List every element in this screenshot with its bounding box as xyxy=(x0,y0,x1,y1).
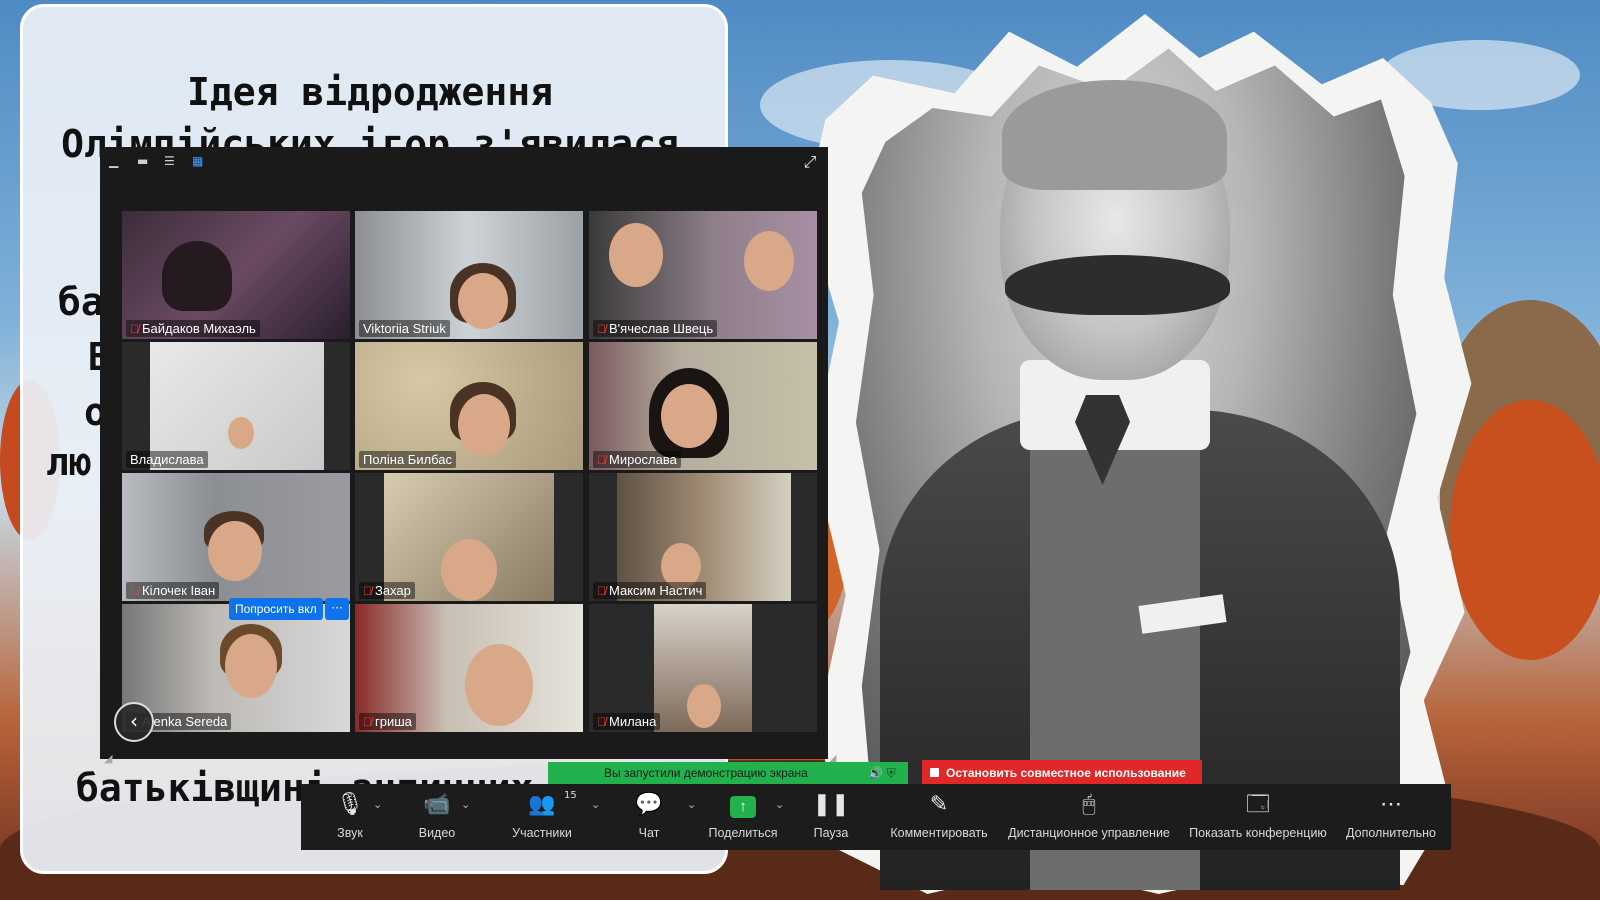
slide-text-fragment: лю xyxy=(46,440,92,484)
participant-name: Поліна Билбас xyxy=(359,451,457,468)
audio-button[interactable]: 🎙 Звук xyxy=(315,784,385,850)
participant-face xyxy=(661,384,717,448)
slide-title-line-1: Ідея відродження xyxy=(186,70,554,114)
speaker-icon[interactable]: 🔊 xyxy=(868,766,883,780)
participant-tile[interactable]: 🎙̸ В'ячеслав Швець xyxy=(589,211,817,339)
participant-name: 🎙̸ Кілочек Іван xyxy=(126,582,220,599)
participant-tile[interactable]: 🎙̸Alenka Sereda xyxy=(122,604,350,732)
chat-button[interactable]: 💬 Чат xyxy=(621,784,677,850)
gallery-view-icon[interactable]: ▦ xyxy=(192,155,203,167)
gallery-topbar: ▁ ▬ ☰ ▦ ⤢ xyxy=(100,147,828,177)
video-button[interactable]: 📹 Видео xyxy=(399,784,475,850)
chevron-left-icon: ‹ xyxy=(130,709,138,733)
background-tree xyxy=(1450,400,1600,660)
window-icon: 🗔 xyxy=(1246,791,1270,816)
stop-share-button[interactable]: Остановить совместное использование xyxy=(922,760,1202,786)
participant-face xyxy=(441,539,497,601)
minimize-icon[interactable]: ▁ xyxy=(109,155,118,167)
participant-name: 🎙̸ Захар xyxy=(359,582,415,599)
screen-share-banner: Вы запустили демонстрацию экрана xyxy=(548,762,908,784)
banner-icons: 🔊 ⛨ xyxy=(868,762,896,784)
remote-control-button[interactable]: 🖱 Дистанционное управление xyxy=(1003,784,1175,850)
tile-more-button[interactable]: ··· xyxy=(325,598,349,620)
participant-face xyxy=(744,231,794,291)
portrait-mustache xyxy=(1005,255,1230,315)
pause-share-button[interactable]: ❚❚ Пауза xyxy=(801,784,861,850)
participant-tile[interactable]: 🎙̸ Милана xyxy=(589,604,817,732)
participant-face xyxy=(228,417,254,449)
participant-face xyxy=(208,521,262,581)
participant-face xyxy=(465,644,533,726)
video-options-chevron-icon[interactable]: ⌄ xyxy=(461,798,470,811)
participant-name: 🎙̸ Байдаков Михаэль xyxy=(126,320,260,337)
more-dots-icon: ⋯ xyxy=(1380,791,1402,816)
share-options-chevron-icon[interactable]: ⌄ xyxy=(775,798,784,811)
share-arrow-icon: ↑ xyxy=(730,796,756,818)
meeting-toolbar: 🎙 Звук ⌄ 📹 Видео ⌄ 👥 Участники 15 ⌄ 💬 Ча… xyxy=(301,784,1451,850)
mic-muted-icon: 🎙̸ xyxy=(363,715,372,729)
stop-icon xyxy=(930,768,939,777)
speaker-view-icon[interactable]: ▬ xyxy=(137,155,148,167)
participant-tile[interactable]: 🎙̸ Захар xyxy=(355,473,583,601)
ask-to-unmute-button[interactable]: Попросить вкл xyxy=(229,598,323,620)
participant-name: 🎙̸ Мирослава xyxy=(593,451,681,468)
participants-options-chevron-icon[interactable]: ⌄ xyxy=(591,798,600,811)
portrait-hair xyxy=(1002,80,1227,190)
annotate-button[interactable]: ✎ Комментировать xyxy=(887,784,991,850)
participant-name: 🎙̸ Максим Настич xyxy=(593,582,707,599)
mouse-icon: 🖱 xyxy=(1082,791,1096,816)
participant-face xyxy=(687,684,721,728)
participant-tile[interactable]: 🎙̸ гриша xyxy=(355,604,583,732)
fullscreen-icon[interactable]: ⤢ xyxy=(800,152,820,172)
mic-muted-icon: 🎙̸ xyxy=(597,453,606,467)
mic-muted-icon: 🎙̸ xyxy=(597,715,606,729)
slide-text-fragment: ба xyxy=(58,280,104,324)
participant-face xyxy=(225,634,277,698)
participant-name: 🎙̸ Милана xyxy=(593,713,661,730)
participant-name: 🎙̸ гриша xyxy=(359,713,416,730)
participant-tile[interactable]: 🎙̸ Максим Настич xyxy=(589,473,817,601)
participant-face xyxy=(458,394,510,456)
participant-tile[interactable]: Поліна Билбас xyxy=(355,342,583,470)
chat-icon: 💬 xyxy=(635,791,663,816)
participant-name: Viktoriia Striuk xyxy=(359,320,450,337)
previous-page-button[interactable]: ‹ xyxy=(114,702,154,742)
participant-face xyxy=(609,223,663,287)
participant-head xyxy=(162,241,232,311)
pencil-icon: ✎ xyxy=(929,791,949,816)
participant-name: Владислава xyxy=(126,451,208,468)
strip-view-icon[interactable]: ☰ xyxy=(164,155,175,167)
mic-muted-icon: 🎙̸ xyxy=(597,584,606,598)
resize-grip-icon[interactable]: ◢ xyxy=(104,752,118,766)
share-screen-button[interactable]: ↑ Поделиться xyxy=(703,784,783,850)
participant-face xyxy=(458,273,508,329)
participant-tile[interactable]: Владислава xyxy=(122,342,350,470)
show-meeting-button[interactable]: 🗔 Показать конференцию xyxy=(1185,784,1331,850)
participant-tile[interactable]: 🎙̸ Байдаков Михаэль xyxy=(122,211,350,339)
mic-muted-icon: 🎙̸ xyxy=(597,322,606,336)
participants-count: 15 xyxy=(564,790,577,801)
audio-options-chevron-icon[interactable]: ⌄ xyxy=(373,798,382,811)
participant-tile[interactable]: 🎙̸ Мирослава xyxy=(589,342,817,470)
shield-icon[interactable]: ⛨ xyxy=(887,766,896,780)
pause-icon: ❚❚ xyxy=(812,791,850,816)
more-button[interactable]: ⋯ Дополнительно xyxy=(1341,784,1441,850)
chat-options-chevron-icon[interactable]: ⌄ xyxy=(687,798,696,811)
participant-tile[interactable]: 🎙̸ Кілочек Іван xyxy=(122,473,350,601)
mic-muted-icon: 🎙̸ xyxy=(130,584,139,598)
participant-tile[interactable]: Viktoriia Striuk xyxy=(355,211,583,339)
participant-name: 🎙̸ В'ячеслав Швець xyxy=(593,320,718,337)
mic-muted-icon: 🎙̸ xyxy=(130,322,139,336)
mic-muted-icon: 🎙̸ xyxy=(363,584,372,598)
